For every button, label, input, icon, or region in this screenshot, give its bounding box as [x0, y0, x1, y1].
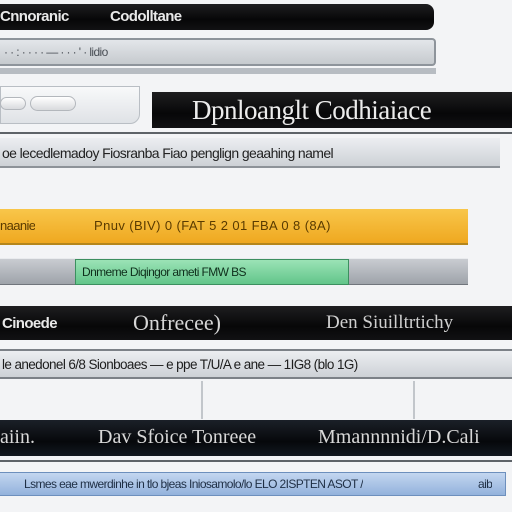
highlight-row-left-text: naanie [0, 218, 36, 233]
title-panel-heading: Dpnloanglt Codhiaiace [192, 95, 432, 125]
toolbar-strip [0, 68, 436, 74]
divider-1 [0, 132, 512, 134]
status-row-1-text: oe lecedlemadoy Fiosranba Fiao penglign … [2, 145, 334, 161]
top-bar-center-label: Codolltane [110, 8, 182, 25]
footer-header-center: Dav Sfoice Tonreee [98, 426, 257, 448]
address-field[interactable]: · · : · · · · — · · · ' · lidio [0, 38, 436, 66]
address-field-text: · · : · · · · — · · · ' · lidio [4, 45, 108, 59]
green-status-chip[interactable]: Dnmeme Diqingor ameti FMW BS [75, 259, 349, 285]
section-header-center: Onfrecee) [133, 310, 221, 335]
footer-header-left: aiin. [0, 426, 35, 448]
status-row-2: le anedonel 6/8 Sionboaes — e ppe T/U/A … [0, 349, 512, 379]
toggle-pill-right[interactable] [30, 96, 76, 111]
status-row-2-text: le anedonel 6/8 Sionboaes — e ppe T/U/A … [2, 357, 358, 372]
divider-2 [0, 460, 512, 462]
column-separator-1 [201, 381, 203, 419]
bottom-info-right-text: aib [478, 477, 493, 491]
section-header-left: Cinoede [2, 315, 57, 332]
title-panel: Dpnloanglt Codhiaiace [152, 92, 512, 128]
footer-header-right: Mmannnnidi/D.Cali [318, 426, 480, 448]
highlight-row[interactable]: naanie Pnuv (BIV) 0 (FAT 5 2 01 FBA 0 8 … [0, 209, 468, 245]
column-separator-2 [413, 381, 415, 419]
green-status-chip-text: Dnmeme Diqingor ameti FMW BS [82, 265, 246, 279]
bottom-info-bar: Lsmes eae mwerdinhe in tlo bjeas Iniosam… [0, 472, 506, 496]
section-header-bar: Cinoede Onfrecee) Den Siuilltrtichy [0, 306, 512, 340]
footer-header-bar: aiin. Dav Sfoice Tonreee Mmannnnidi/D.Ca… [0, 420, 512, 456]
top-title-bar: Cnnoranic Codolltane [0, 4, 434, 30]
toggle-pill-left[interactable] [0, 97, 26, 110]
status-row-1: oe lecedlemadoy Fiosranba Fiao penglign … [0, 138, 500, 168]
highlight-row-right-text: Pnuv (BIV) 0 (FAT 5 2 01 FBA 0 8 (8A) [94, 218, 331, 233]
section-header-right: Den Siuilltrtichy [326, 312, 454, 333]
top-bar-left-label: Cnnoranic [0, 8, 69, 25]
bottom-info-text: Lsmes eae mwerdinhe in tlo bjeas Iniosam… [24, 477, 363, 491]
